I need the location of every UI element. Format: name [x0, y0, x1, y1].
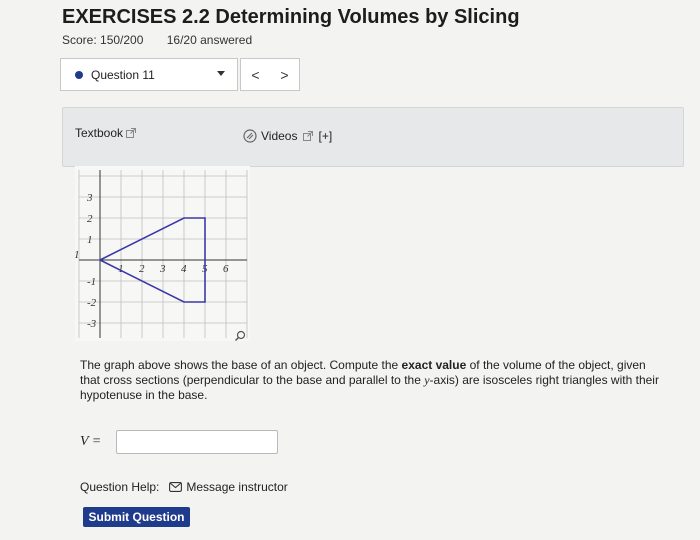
question-text: The graph above shows the base of an obj… — [80, 358, 660, 403]
magnifier-icon[interactable] — [234, 330, 246, 342]
answered-text: 16/20 answered — [166, 33, 253, 47]
videos-link[interactable]: Videos [+] — [243, 129, 332, 143]
tick-label: -1 — [87, 276, 96, 288]
question-select[interactable]: Question 11 — [60, 58, 238, 91]
question-select-label: Question 11 — [91, 67, 155, 82]
videos-expand-toggle[interactable]: [+] — [318, 129, 332, 143]
question-nav: Question 11 < > — [60, 58, 300, 91]
score-text: Score: 150/200 — [62, 33, 144, 47]
textbook-link[interactable]: Textbook — [75, 126, 137, 140]
caret-down-icon — [217, 71, 225, 76]
tick-label: 3 — [86, 192, 93, 204]
question-text-bold: exact value — [401, 358, 467, 372]
textbook-label: Textbook — [75, 126, 124, 140]
tick-label: -2 — [87, 297, 97, 309]
message-instructor-link[interactable]: Message instructor — [169, 480, 288, 494]
submit-question-button[interactable]: Submit Question — [83, 507, 190, 527]
question-help: Question Help: Message instructor — [80, 480, 288, 494]
tick-label: 4 — [181, 263, 187, 275]
next-question-button[interactable]: > — [270, 59, 299, 90]
tick-label: 1 — [87, 234, 93, 246]
tick-label: 2 — [87, 213, 93, 225]
resources-panel: Textbook Videos [+] — [62, 107, 684, 167]
question-text-part: The graph above shows the base of an obj… — [80, 358, 402, 372]
videos-label: Videos — [261, 129, 298, 143]
question-help-label: Question Help: — [80, 480, 160, 494]
question-nav-buttons: < > — [240, 58, 300, 91]
tick-label: 1 — [75, 249, 80, 261]
tick-label: 3 — [159, 263, 166, 275]
prev-question-button[interactable]: < — [241, 59, 270, 90]
score-line: Score: 150/200 16/20 answered — [62, 33, 272, 47]
video-icon — [243, 129, 257, 143]
question-status-dot-icon — [75, 70, 83, 79]
external-link-icon — [303, 131, 314, 141]
envelope-icon — [169, 482, 183, 492]
tick-label: -3 — [87, 318, 97, 330]
volume-answer-input[interactable] — [116, 430, 278, 454]
external-link-icon — [126, 128, 137, 138]
base-graph: 1234563211-1-2-3 — [75, 166, 250, 341]
answer-variable-label: V = — [80, 434, 102, 449]
answer-row: V = — [80, 430, 278, 454]
message-instructor-label: Message instructor — [186, 480, 288, 494]
tick-label: 2 — [139, 263, 145, 275]
page-title: EXERCISES 2.2 Determining Volumes by Sli… — [62, 6, 520, 28]
tick-label: 6 — [223, 263, 229, 275]
